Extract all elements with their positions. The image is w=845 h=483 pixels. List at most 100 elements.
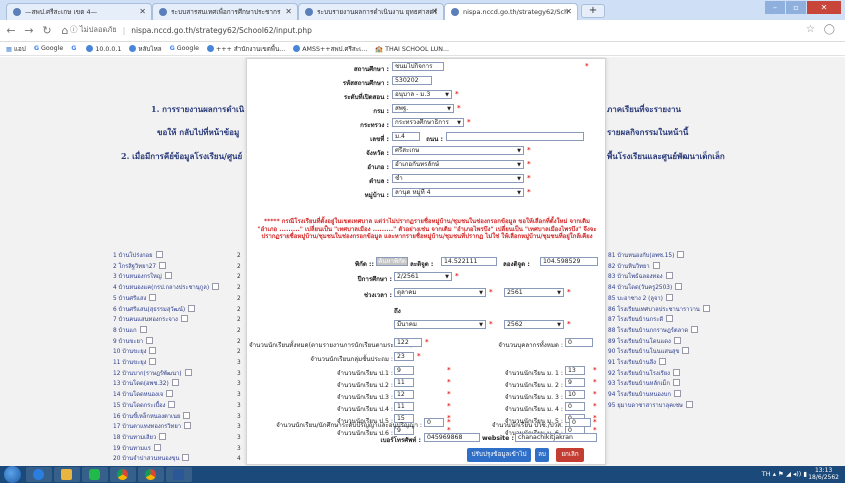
latitude-field[interactable]: 14.522111 [441,257,497,266]
school-list-item[interactable]: 88 โรงเรียนบ้านกกราษฎร์ตลาด [608,326,710,337]
close-window-button[interactable]: ✕ [807,1,841,14]
vocational-field[interactable]: 0 [569,418,591,427]
grade-m-field[interactable]: 13 [565,366,585,375]
browser-tab[interactable]: ระบบรายงานผลการดำเนินงาน ยุทธศาสตร์ ✕ [298,3,444,20]
update-button[interactable]: ปรับปรุงข้อมูลเข้าไป [467,448,531,462]
school-list-item[interactable]: 81 บ้านหนองกับ(อพช.15) [608,251,710,262]
school-list-item[interactable]: 90 โรงเรียนบ้านโนนแสนสุข [608,347,710,358]
school-list-item[interactable]: 82 บ้านหินวิทยา [608,262,710,273]
school-list-item[interactable]: 87 โรงเรียนบ้านกระดี [608,315,710,326]
minimize-button[interactable]: – [765,1,785,14]
semester-select[interactable]: 2/2561 [394,272,452,281]
school-list-item[interactable]: 16 บ้านขี้เหล็กหนองตาเนย [113,412,219,423]
security-warning[interactable]: ⓘ ไม่ปลอดภัย [70,24,117,36]
school-list-item[interactable]: 7 บ้านคนแสนทองกระจาง [113,315,219,326]
grade-p-field[interactable]: 9 [394,366,414,375]
bachelor-field[interactable]: 0 [424,418,444,427]
bookmark-star-icon[interactable]: ☆ [806,24,815,35]
browser-tab-active[interactable]: nispa.nccd.go.th/strategy62/Sch ✕ [444,3,578,20]
address-no-field[interactable]: ม.4 [392,132,420,141]
close-tab-icon[interactable]: ✕ [431,7,438,16]
browser-tab[interactable]: —สพป.ศรีสะเกษ เขต 4— ✕ [6,3,152,20]
taskbar-line[interactable] [82,467,108,482]
new-tab-button[interactable]: + [581,4,605,18]
village-select[interactable]: ลานุด หมู่ที่ 4 [392,188,524,197]
school-list-item[interactable]: 92 โรงเรียนบ้านโรงเรียง [608,369,710,380]
school-list-item[interactable]: 8 บ้านแก [113,326,219,337]
school-list-item[interactable]: 15 บ้านโดดกระเบื้อง [113,401,219,412]
school-list-item[interactable]: 94 โรงเรียนบ้านหนองบก [608,390,710,401]
school-list-item[interactable]: 9 บ้านขะยา [113,337,219,348]
bookmark-item[interactable]: AMSS++สพป.ศรีสะเ... [293,44,367,54]
school-list-item[interactable]: 18 บ้านทามเลียว [113,433,219,444]
school-list-item[interactable]: 20 บ้านจำปาสวนหนองขุน [113,454,219,465]
school-list-item[interactable]: 3 บ้านหนองกรใหญ่ [113,272,219,283]
forward-icon[interactable]: → [22,24,36,37]
cancel-button[interactable]: ยกเลิก [556,448,584,462]
ministry-dept-select[interactable]: กระทรวงศึกษาธิการ [392,118,464,127]
school-list-item[interactable]: 11 บ้านขะยุง [113,358,219,369]
grade-p-field[interactable]: 12 [394,390,414,399]
close-tab-icon[interactable]: ✕ [285,7,292,16]
school-name-field[interactable]: ชนมไปกิจการ [392,62,444,71]
students-total-field[interactable]: 122 [394,338,422,347]
taskbar-folder[interactable] [54,467,80,482]
period-from-year-select[interactable]: 2561 [504,288,564,297]
road-field[interactable] [446,132,584,141]
grade-p-field[interactable]: 11 [394,378,414,387]
grade-m-field[interactable]: 9 [565,378,585,387]
period-to-year-select[interactable]: 2562 [504,320,564,329]
school-list-item[interactable]: 2 โกรสิฐวิทยา27 [113,262,219,273]
bookmark-item[interactable]: +++ สำนักงานเขตพื้น... [207,44,285,54]
district-select[interactable]: อำเภอกันทรลักษ์ [392,160,524,169]
find-coords-button[interactable]: ค้นหาพิกัด [376,257,408,266]
school-list-item[interactable]: 93 โรงเรียนบ้านหลักเม็ก [608,379,710,390]
grade-m-field[interactable]: 10 [565,390,585,399]
school-list-item[interactable]: 85 บะอาซาง 2 (ลูจา) [608,294,710,305]
school-list-item[interactable]: 10 บ้านขะยุง [113,347,219,358]
school-list-item[interactable]: 1 บ้านโปร่งกอย [113,251,219,262]
bookmark-item[interactable]: G [71,45,78,52]
bookmark-item[interactable]: G Google [170,45,199,52]
school-list-item[interactable]: 6 บ้านศรีแสน(สุธรรมสุวัฒน์) [113,305,219,316]
bookmark-item[interactable]: หลับไหล [129,44,162,54]
bookmark-item[interactable]: 10.0.0.1 [86,44,121,53]
delete-button[interactable]: ลบ [535,448,549,462]
province-select[interactable]: ศรีสะเกษ [392,146,524,155]
menu-icon[interactable]: ◯ [824,24,835,35]
clock[interactable]: 13:13 18/6/2562 [808,467,839,481]
school-list-item[interactable]: 17 บ้านตาแทงทองกรวิทยา [113,422,219,433]
school-list-item[interactable]: 5 บ้านศรีแสง [113,294,219,305]
school-list-item[interactable]: 89 โรงเรียนบ้านโดนแดง [608,337,710,348]
school-list-item[interactable]: 12 บ้านบาก(ราษฎร์พัฒนา) [113,369,219,380]
school-list-item[interactable]: 84 บ้านโดด(วันครู2503) [608,283,710,294]
grade-p-field[interactable]: 11 [394,402,414,411]
url-field[interactable]: ⓘ ไม่ปลอดภัย | nispa.nccd.go.th/strategy… [70,24,312,36]
school-list-item[interactable]: 13 บ้านโดด(อพช.32) [113,379,219,390]
bookmark-item[interactable]: G Google [34,45,63,52]
taskbar-ie[interactable] [26,467,52,482]
browser-tab[interactable]: ระบบสารสนเทศเพื่อการศึกษาประชากร ✕ [152,3,298,20]
school-list-item[interactable]: 95 ยุมาบดาซาสาราบาลุคเซษ [608,401,710,412]
school-list-item[interactable]: 86 โรงเรียนเทศบาลประชานาราวาน [608,305,710,316]
reload-icon[interactable]: ↻ [40,24,54,37]
taskbar-chrome-2[interactable] [138,467,164,482]
ministry-select[interactable]: สพฐ. [392,104,454,113]
grade-m-field[interactable]: 0 [565,402,585,411]
period-from-month-select[interactable]: ตุลาคม [394,288,486,297]
close-tab-icon[interactable]: ✕ [139,7,146,16]
phone-field[interactable]: 045969868 [424,433,480,442]
bookmark-apps[interactable]: ▦ แอป [6,44,26,54]
taskbar-word[interactable] [166,467,192,482]
bookmark-item[interactable]: 🏫 THAI SCHOOL LUN... [375,45,449,53]
subdistrict-select[interactable]: ชำ [392,174,524,183]
level-select[interactable]: อนุบาล - ม.3 [392,90,452,99]
system-tray[interactable]: TH ▴ ⚑ ◢ ◂)) ▮ [762,470,807,478]
school-list-item[interactable]: 91 โรงเรียนบ้านลึง [608,358,710,369]
website-field[interactable]: chanachikitjakran [515,433,597,442]
staff-total-field[interactable]: 0 [565,338,593,347]
maximize-button[interactable]: ▫ [786,1,806,14]
longitude-field[interactable]: 104.598529 [540,257,598,266]
close-tab-icon[interactable]: ✕ [565,7,572,16]
school-code-field[interactable]: 530202 [392,76,432,85]
